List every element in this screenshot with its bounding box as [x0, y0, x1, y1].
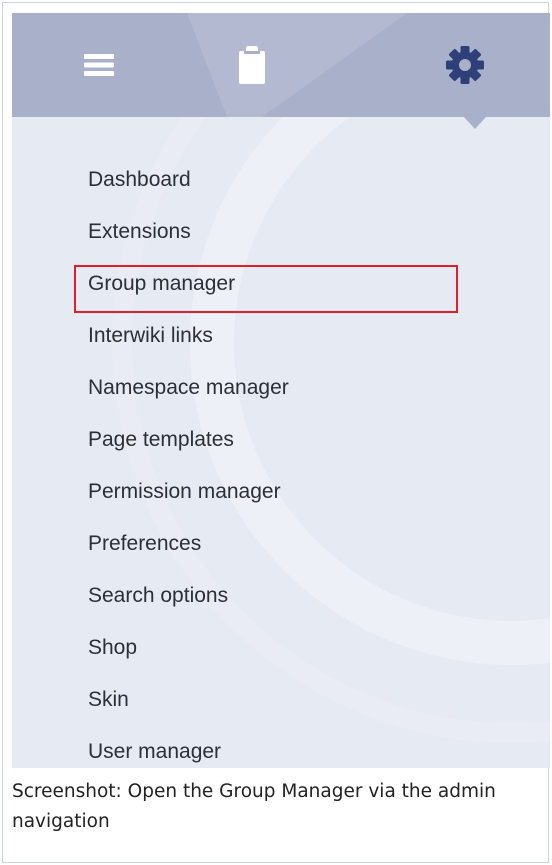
admin-panel-screenshot: Dashboard Extensions Group manager Inter… [12, 13, 550, 768]
nav-item-page-templates[interactable]: Page templates [88, 423, 234, 457]
nav-item-namespace-manager[interactable]: Namespace manager [88, 371, 289, 405]
figure-frame: Dashboard Extensions Group manager Inter… [2, 2, 550, 863]
nav-item-permission-manager[interactable]: Permission manager [88, 475, 281, 509]
nav-item-extensions[interactable]: Extensions [88, 215, 191, 249]
hamburger-menu-icon [84, 54, 114, 76]
nav-item-user-manager[interactable]: User manager [88, 735, 221, 768]
nav-item-dashboard[interactable]: Dashboard [88, 163, 191, 197]
nav-item-preferences[interactable]: Preferences [88, 527, 201, 561]
tab-admin-settings[interactable] [390, 13, 540, 117]
active-tab-pointer [464, 117, 486, 129]
gear-icon [446, 46, 484, 84]
figure-caption: Screenshot: Open the Group Manager via t… [12, 781, 496, 832]
tab-pages[interactable] [177, 13, 327, 117]
navigation-topbar [12, 13, 550, 117]
tab-main-menu[interactable] [24, 13, 174, 117]
nav-item-shop[interactable]: Shop [88, 631, 137, 665]
nav-item-interwiki-links[interactable]: Interwiki links [88, 319, 213, 353]
nav-item-skin[interactable]: Skin [88, 683, 129, 717]
nav-item-search-options[interactable]: Search options [88, 579, 228, 613]
clipboard-icon [239, 46, 265, 84]
group-manager-highlight-box [74, 265, 458, 313]
